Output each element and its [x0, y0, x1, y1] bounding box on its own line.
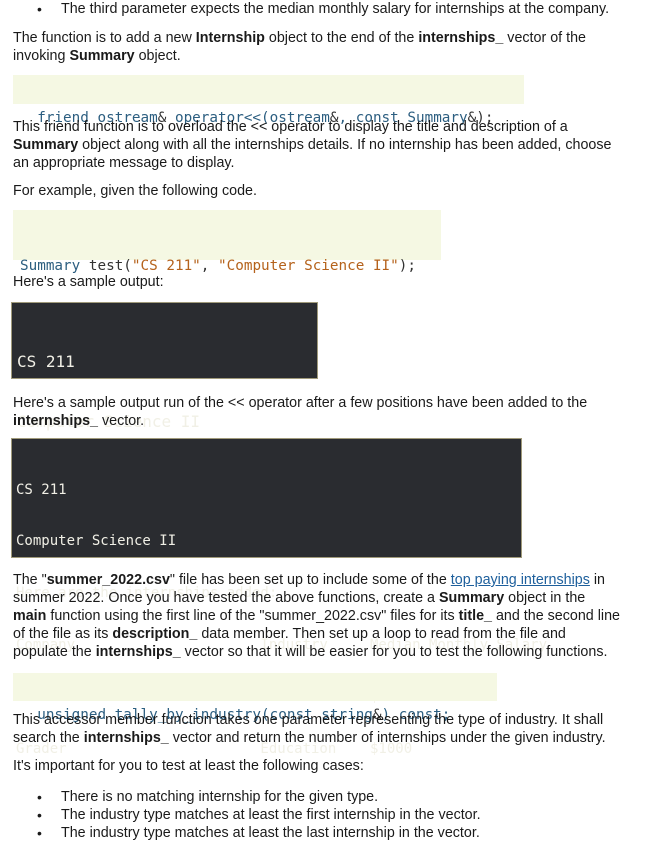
bullet-icon: •	[37, 789, 42, 805]
sample-output-terminal-empty: CS 211 Computer Science II No internship…	[11, 302, 318, 491]
text: and the second line	[492, 608, 620, 624]
text: object.	[134, 48, 181, 64]
csv-file-description: The "summer_2022.csv" file has been set …	[13, 571, 653, 661]
text: The "	[13, 572, 47, 588]
sample-output-terminal-with-internships: CS 211 Computer Science II Here are the …	[11, 438, 547, 757]
example-intro: For example, given the following code.	[13, 183, 257, 199]
text: search the	[13, 730, 84, 746]
terminal-line: Computer Science II	[16, 533, 177, 550]
text: an appropriate message to display.	[13, 155, 235, 171]
text: The function is to add a new	[13, 30, 196, 46]
example-code-block: Summary test("CS 211", "Computer Science…	[13, 210, 441, 337]
text: data member. Then set up a loop to read …	[197, 626, 566, 642]
member-internships: internships_	[13, 413, 99, 429]
text: Here's a sample output run of the << ope…	[13, 395, 588, 411]
bullet-text: The third parameter expects the median m…	[61, 1, 610, 17]
terminal-line: CS 211	[16, 481, 67, 498]
test-case-text: There is no matching internship for the …	[61, 789, 379, 805]
text: of the file as its	[13, 626, 113, 642]
sample-output-label: Here's a sample output:	[13, 274, 164, 290]
text: object to the end of the	[264, 30, 419, 46]
text: function using the first line of the "su…	[46, 608, 459, 624]
bullet-icon: •	[37, 807, 42, 823]
text: vector so that it will be easier for you…	[180, 644, 608, 660]
code-token: Summary	[20, 258, 81, 274]
sample-run-description: Here's a sample output run of the << ope…	[13, 394, 653, 430]
code-token: test(	[80, 258, 132, 274]
bullet-icon: •	[37, 1, 42, 17]
text: vector and return the number of internsh…	[168, 730, 606, 746]
text: populate the	[13, 644, 96, 660]
text: vector.	[98, 413, 145, 429]
text: invoking	[13, 48, 70, 64]
member-title: title_	[458, 608, 492, 624]
code-string: "CS 211"	[131, 258, 201, 274]
tally-by-industry-signature: unsigned tally_by_industry(const string&…	[13, 673, 497, 723]
text: in	[589, 572, 605, 588]
friend-operator-signature: friend ostream& operator<<(ostream&, con…	[13, 75, 524, 126]
member-internships: internships_	[83, 730, 169, 746]
code-token: );	[398, 258, 416, 274]
text: vector of the	[503, 30, 586, 46]
text: object along with all the internships de…	[78, 137, 612, 153]
text: summer 2022. Once you have tested the ab…	[13, 590, 439, 606]
file-name: summer_2022.csv	[46, 572, 170, 588]
terminal-line: CS 211	[17, 352, 75, 371]
tally-function-description: This accessor member function takes one …	[13, 711, 653, 747]
function-main: main	[13, 608, 47, 624]
test-cases-intro: It's important for you to test at least …	[13, 758, 364, 774]
class-name-summary: Summary	[69, 48, 135, 64]
class-name-summary: Summary	[13, 137, 79, 153]
test-case-text: The industry type matches at least the f…	[61, 807, 481, 823]
friend-function-description: This friend function is to overload the …	[13, 118, 653, 172]
code-string: "Computer Science II"	[218, 258, 399, 274]
text: " file has been set up to include some o…	[169, 572, 451, 588]
add-function-description: The function is to add a new Internship …	[13, 29, 653, 65]
text: This friend function is to overload the …	[13, 119, 568, 135]
top-paying-internships-link[interactable]: top paying internships	[451, 572, 590, 588]
text: object in the	[504, 590, 586, 606]
class-name-internship: Internship	[195, 30, 265, 46]
member-description: description_	[112, 626, 198, 642]
member-internships: internships_	[418, 30, 504, 46]
bullet-icon: •	[37, 825, 42, 841]
code-token: ,	[200, 258, 219, 274]
member-internships: internships_	[95, 644, 181, 660]
class-name-summary: Summary	[438, 590, 505, 606]
text: This accessor member function takes one …	[13, 712, 604, 728]
test-case-text: The industry type matches at least the l…	[61, 825, 480, 841]
